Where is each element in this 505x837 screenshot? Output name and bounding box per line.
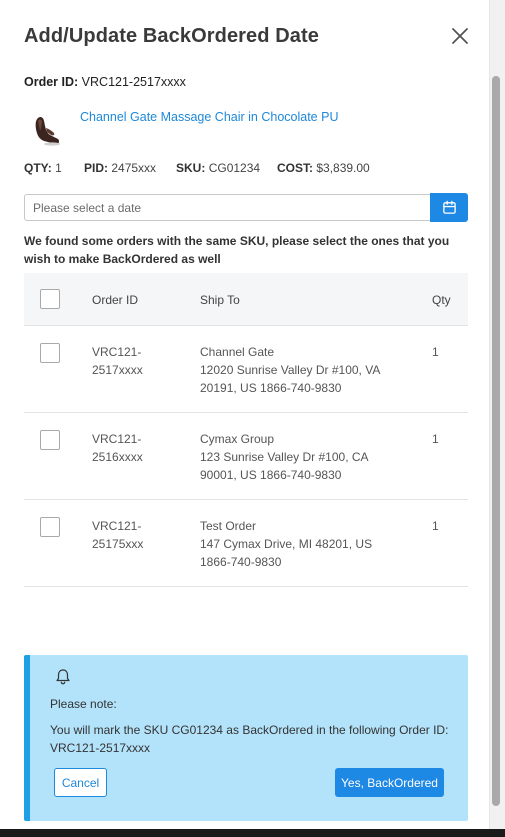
row-order-id: VRC121- 2517xxxx [92,345,143,377]
date-input[interactable] [24,194,431,221]
select-all-checkbox[interactable] [40,289,60,309]
ship-address: 123 Sunrise Valley Dr #100, CA 90001, US… [200,450,368,482]
qty-value: 1 [55,161,62,175]
close-button[interactable] [450,26,470,46]
row-checkbox[interactable] [40,430,60,450]
table-row: VRC121- 25175xxx Test Order 147 Cymax Dr… [24,500,468,587]
product-name-link[interactable]: Channel Gate Massage Chair in Chocolate … [80,110,338,124]
backorder-confirmation-alert: Please note: You will mark the SKU CG012… [24,655,468,821]
sku-value: CG01234 [208,161,261,175]
row-ship-to: Test Order 147 Cymax Drive, MI 48201, US… [200,517,405,571]
close-icon [452,28,468,44]
cost-label: COST: [277,161,313,175]
header-order-id: Order ID [92,293,139,307]
calendar-button[interactable] [430,193,468,222]
orders-table: Order ID Ship To Qty VRC121- 2517xxxx Ch… [24,273,468,587]
alert-message: You will mark the SKU CG01234 as BackOrd… [50,723,449,755]
confirm-backordered-button[interactable]: Yes, BackOrdered [335,768,444,797]
ship-name: Channel Gate [200,345,275,359]
ship-address: 12020 Sunrise Valley Dr #100, VA 20191, … [200,363,380,395]
scrollbar-thumb[interactable] [492,76,500,806]
alert-title: Please note: [50,697,117,711]
cost-info: COST: $3,839.00 [277,161,370,175]
bell-icon [56,669,70,685]
qty-label: QTY: [24,161,52,175]
row-qty: 1 [432,519,439,533]
row-ship-to: Channel Gate 12020 Sunrise Valley Dr #10… [200,343,400,397]
modal-title: Add/Update BackOrdered Date [24,25,319,47]
row-ship-to: Cymax Group 123 Sunrise Valley Dr #100, … [200,430,405,484]
ship-name: Test Order [200,519,257,533]
row-order-id: VRC121- 25175xxx [92,519,144,551]
cancel-button[interactable]: Cancel [54,768,107,797]
pid-value: 2475xxx [111,161,157,175]
order-id: Order ID: VRC121-2517xxxx [24,75,186,89]
sku-label: SKU: [176,161,206,175]
pid-label: PID: [84,161,108,175]
product-thumbnail [30,113,64,147]
backorder-modal: Add/Update BackOrdered Date Order ID: VR… [0,0,489,837]
row-order-id: VRC121- 2516xxxx [92,432,143,464]
order-id-label: Order ID: [24,75,79,89]
ship-name: Cymax Group [200,432,275,446]
calendar-icon [442,200,456,214]
qty-info: QTY: 1 [24,161,62,175]
sku-info: SKU: CG01234 [176,161,260,175]
row-checkbox[interactable] [40,517,60,537]
header-ship-to: Ship To [200,293,240,307]
table-row: VRC121- 2516xxxx Cymax Group 123 Sunrise… [24,413,468,500]
row-checkbox[interactable] [40,343,60,363]
cost-value: $3,839.00 [316,161,370,175]
table-row: VRC121- 2517xxxx Channel Gate 12020 Sunr… [24,326,468,413]
ship-address: 147 Cymax Drive, MI 48201, US 1866-740-9… [200,537,373,569]
row-qty: 1 [432,345,439,359]
header-qty: Qty [432,293,451,307]
table-header: Order ID Ship To Qty [24,273,468,326]
order-id-value: VRC121-2517xxxx [81,75,186,89]
row-qty: 1 [432,432,439,446]
bottom-strip [0,829,505,837]
pid-info: PID: 2475xxx [84,161,156,175]
same-sku-notice: We found some orders with the same SKU, … [24,234,450,266]
